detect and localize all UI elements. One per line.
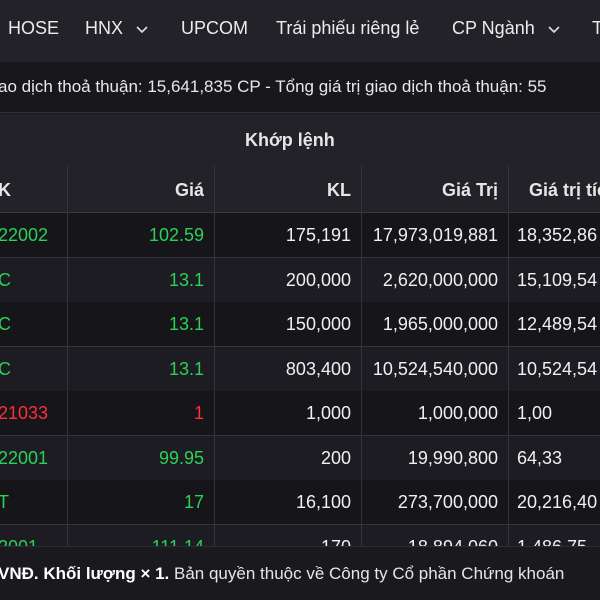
column-divider [361,166,362,546]
row-volume: 200,000 [285,269,351,290]
table-column-header: K Giá KL Giá Trị Giá trị tíc [0,166,600,213]
chevron-down-icon [135,22,149,36]
row-value: 1,000,000 [417,403,498,423]
row-price: 1 [193,403,204,423]
negotiated-summary-bar: ao dịch thoả thuận: 15,641,835 CP - Tổng… [0,62,600,113]
footer-bar: VNĐ. Khối lượng × 1. Bản quyền thuộc về … [0,546,600,600]
tab-next-label: T [592,18,600,38]
row-volume: 150,000 [285,314,351,334]
table-row[interactable]: C 13.1 150,000 1,965,000,000 12,489,54 [0,302,600,347]
table-row[interactable]: 22001 99.95 200 19,990,800 64,33 [0,435,600,481]
table-group-header: Khớp lệnh [0,114,600,167]
row-value: 10,524,540,000 [372,358,498,379]
row-cumulative-value: 64,33 [517,447,563,468]
row-value: 17,973,019,881 [372,225,498,245]
column-header-cumulative-value[interactable]: Giá trị tíc [529,180,600,201]
column-divider [67,166,68,546]
tab-upcom[interactable]: UPCOM [181,18,248,39]
row-cumulative-value: 18,352,86 [517,225,598,245]
column-header-value[interactable]: Giá Trị [442,180,498,201]
tab-next[interactable]: T [592,18,600,39]
row-code: 21033 [0,403,49,423]
tab-sector-stocks-label: CP Ngành [452,18,535,38]
row-cumulative-value: 20,216,40 [517,492,598,512]
row-code: 22001 [0,447,49,468]
row-cumulative-value: 12,489,54 [517,314,598,334]
row-volume: 200 [320,447,351,468]
row-code: T [0,492,9,512]
row-volume: 175,191 [285,225,351,245]
tab-private-bonds-label: Trái phiếu riêng lẻ [276,18,420,38]
row-cumulative-value: 1,00 [517,403,553,423]
column-header-price[interactable]: Giá [175,180,204,201]
table-row[interactable]: T 17 16,100 273,700,000 20,216,40 [0,480,600,525]
table-row[interactable]: C 13.1 803,400 10,524,540,000 10,524,54 [0,346,600,392]
row-price: 13.1 [168,269,204,290]
footer-text: VNĐ. Khối lượng × 1. Bản quyền thuộc về … [0,564,564,584]
row-price: 13.1 [168,358,204,379]
chevron-down-icon [547,22,561,36]
row-code: 22002 [0,225,49,245]
tab-upcom-label: UPCOM [181,18,248,38]
column-divider [508,166,509,546]
row-price: 99.95 [158,447,204,468]
column-divider [214,166,215,546]
matched-orders-label: Khớp lệnh [245,130,335,150]
tab-sector-stocks[interactable]: CP Ngành [452,18,561,39]
table-row[interactable]: 22002 102.59 175,191 17,973,019,881 18,352,8… [0,213,600,258]
row-value: 19,990,800 [407,447,498,468]
column-header-volume[interactable]: KL [327,180,351,201]
row-value: 2,620,000,000 [382,269,498,290]
tab-hnx-label: HNX [85,18,124,38]
market-board: HOSE HNX UPCOM Trái phiếu riêng lẻ CP Ng… [0,0,600,600]
row-cumulative-value: 10,524,54 [517,358,598,379]
row-volume: 16,100 [295,492,351,512]
tab-hnx[interactable]: HNX [85,18,149,39]
row-price: 13.1 [168,314,204,334]
row-code: C [0,314,11,334]
footer-copyright: Bản quyền thuộc về Công ty Cổ phần Chứng… [169,564,565,583]
row-volume: 803,400 [285,358,351,379]
row-code: C [0,269,11,290]
tab-hose-label: HOSE [8,18,60,38]
table-row[interactable]: C 13.1 200,000 2,620,000,000 15,109,54 [0,257,600,303]
column-header-code[interactable]: K [0,180,11,201]
row-value: 273,700,000 [397,492,498,512]
row-cumulative-value: 15,109,54 [517,269,598,290]
table-row[interactable]: 21033 1 1,000 1,000,000 1,00 [0,391,600,436]
footer-unit-note: VNĐ. Khối lượng × 1. [0,564,170,583]
row-value: 1,965,000,000 [382,314,498,334]
row-price: 17 [183,492,204,512]
tab-hose[interactable]: HOSE [8,18,59,39]
row-code: C [0,358,11,379]
market-tabs-bar: HOSE HNX UPCOM Trái phiếu riêng lẻ CP Ng… [0,0,600,62]
row-price: 102.59 [148,225,204,245]
tab-private-bonds[interactable]: Trái phiếu riêng lẻ [276,18,419,39]
negotiated-summary-text: ao dịch thoả thuận: 15,641,835 CP - Tổng… [0,77,547,96]
row-volume: 1,000 [305,403,351,423]
